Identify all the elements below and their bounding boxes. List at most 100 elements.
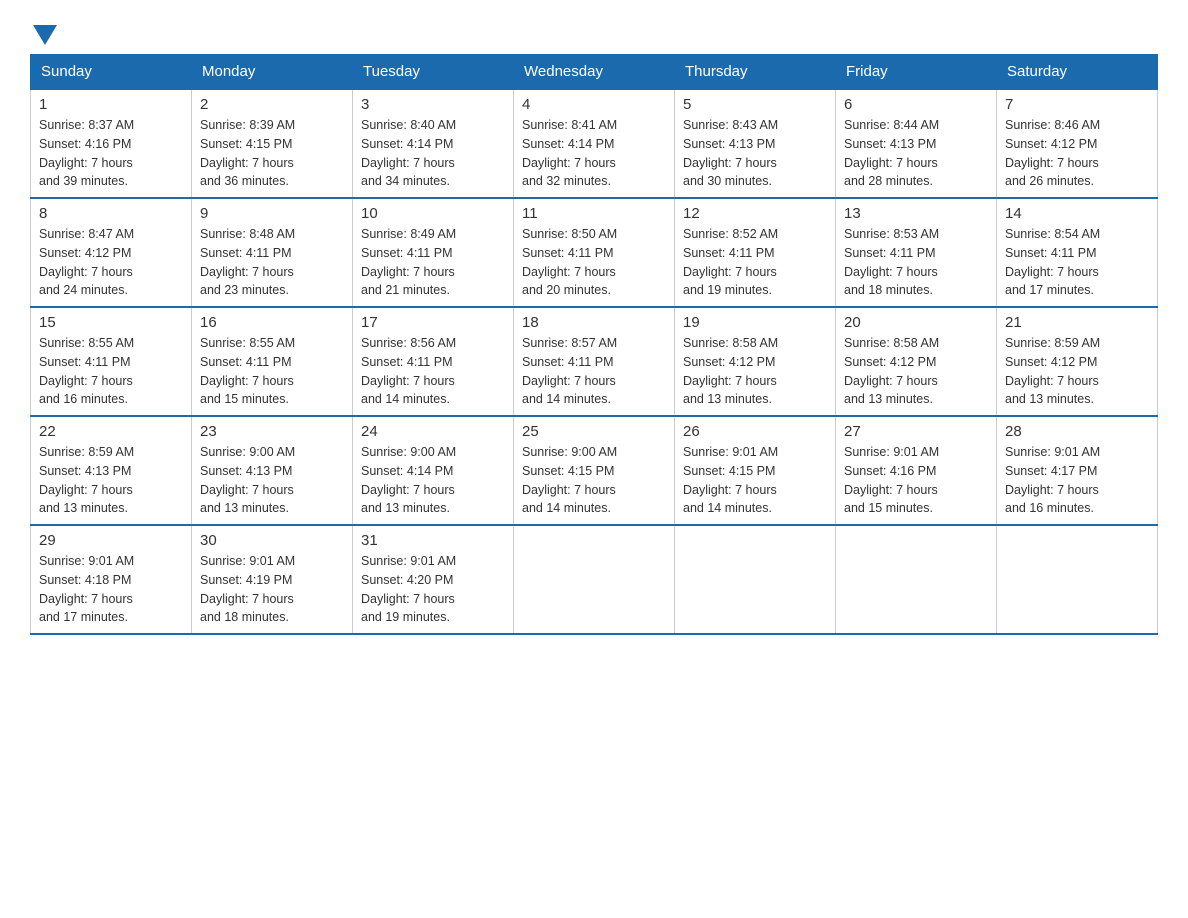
day-number: 21 — [1005, 314, 1149, 331]
day-info: Sunrise: 8:52 AMSunset: 4:11 PMDaylight:… — [683, 225, 827, 300]
col-header-wednesday: Wednesday — [514, 55, 675, 90]
day-info: Sunrise: 8:53 AMSunset: 4:11 PMDaylight:… — [844, 225, 988, 300]
day-info: Sunrise: 8:58 AMSunset: 4:12 PMDaylight:… — [844, 334, 988, 409]
col-header-saturday: Saturday — [997, 55, 1158, 90]
calendar-cell: 5 Sunrise: 8:43 AMSunset: 4:13 PMDaylight… — [675, 89, 836, 198]
day-number: 3 — [361, 96, 505, 113]
day-number: 22 — [39, 423, 183, 440]
col-header-tuesday: Tuesday — [353, 55, 514, 90]
calendar-cell: 7Sunrise: 8:46 AMSunset: 4:12 PMDaylight… — [997, 89, 1158, 198]
col-header-friday: Friday — [836, 55, 997, 90]
day-info: Sunrise: 9:00 AMSunset: 4:14 PMDaylight:… — [361, 443, 505, 518]
day-number: 17 — [361, 314, 505, 331]
calendar-cell: 29Sunrise: 9:01 AMSunset: 4:18 PMDayligh… — [31, 525, 192, 634]
day-info: Sunrise: 9:00 AMSunset: 4:15 PMDaylight:… — [522, 443, 666, 518]
day-number: 20 — [844, 314, 988, 331]
day-info: Sunrise: 8:58 AMSunset: 4:12 PMDaylight:… — [683, 334, 827, 409]
day-number: 1 — [39, 96, 183, 113]
day-number: 30 — [200, 532, 344, 549]
calendar-cell: 2 Sunrise: 8:39 AMSunset: 4:15 PMDaylight… — [192, 89, 353, 198]
day-number: 23 — [200, 423, 344, 440]
calendar-cell: 28 Sunrise: 9:01 AMSunset: 4:17 PMDayligh… — [997, 416, 1158, 525]
day-number: 16 — [200, 314, 344, 331]
col-header-monday: Monday — [192, 55, 353, 90]
day-number: 11 — [522, 205, 666, 222]
day-number: 4 — [522, 96, 666, 113]
day-info: Sunrise: 8:54 AMSunset: 4:11 PMDaylight:… — [1005, 225, 1149, 300]
day-info: Sunrise: 9:00 AMSunset: 4:13 PMDaylight:… — [200, 443, 344, 518]
logo-triangle-icon — [33, 25, 57, 45]
day-number: 28 — [1005, 423, 1149, 440]
calendar-week-row: 29Sunrise: 9:01 AMSunset: 4:18 PMDayligh… — [31, 525, 1158, 634]
day-number: 26 — [683, 423, 827, 440]
day-number: 24 — [361, 423, 505, 440]
calendar-cell: 20 Sunrise: 8:58 AMSunset: 4:12 PMDayligh… — [836, 307, 997, 416]
calendar-cell: 19 Sunrise: 8:58 AMSunset: 4:12 PMDayligh… — [675, 307, 836, 416]
day-info: Sunrise: 8:46 AMSunset: 4:12 PMDaylight:… — [1005, 116, 1149, 191]
calendar-cell: 9Sunrise: 8:48 AMSunset: 4:11 PMDaylight… — [192, 198, 353, 307]
day-info: Sunrise: 9:01 AMSunset: 4:15 PMDaylight:… — [683, 443, 827, 518]
day-info: Sunrise: 8:47 AMSunset: 4:12 PMDaylight:… — [39, 225, 183, 300]
day-number: 5 — [683, 96, 827, 113]
day-number: 15 — [39, 314, 183, 331]
day-info: Sunrise: 8:59 AMSunset: 4:12 PMDaylight:… — [1005, 334, 1149, 409]
day-number: 14 — [1005, 205, 1149, 222]
calendar-cell: 6Sunrise: 8:44 AMSunset: 4:13 PMDaylight… — [836, 89, 997, 198]
calendar-cell: 27 Sunrise: 9:01 AMSunset: 4:16 PMDayligh… — [836, 416, 997, 525]
day-info: Sunrise: 8:57 AMSunset: 4:11 PMDaylight:… — [522, 334, 666, 409]
calendar-week-row: 22 Sunrise: 8:59 AMSunset: 4:13 PMDayligh… — [31, 416, 1158, 525]
day-number: 27 — [844, 423, 988, 440]
day-info: Sunrise: 8:41 AMSunset: 4:14 PMDaylight:… — [522, 116, 666, 191]
day-number: 2 — [200, 96, 344, 113]
calendar-week-row: 1 Sunrise: 8:37 AMSunset: 4:16 PMDaylight… — [31, 89, 1158, 198]
calendar-cell: 22 Sunrise: 8:59 AMSunset: 4:13 PMDayligh… — [31, 416, 192, 525]
calendar-cell: 16Sunrise: 8:55 AMSunset: 4:11 PMDayligh… — [192, 307, 353, 416]
day-number: 31 — [361, 532, 505, 549]
col-header-sunday: Sunday — [31, 55, 192, 90]
calendar-cell: 1 Sunrise: 8:37 AMSunset: 4:16 PMDaylight… — [31, 89, 192, 198]
calendar-header-row: SundayMondayTuesdayWednesdayThursdayFrid… — [31, 55, 1158, 90]
day-number: 18 — [522, 314, 666, 331]
calendar-cell: 8 Sunrise: 8:47 AMSunset: 4:12 PMDaylight… — [31, 198, 192, 307]
calendar-cell: 12 Sunrise: 8:52 AMSunset: 4:11 PMDayligh… — [675, 198, 836, 307]
day-info: Sunrise: 8:59 AMSunset: 4:13 PMDaylight:… — [39, 443, 183, 518]
calendar-cell: 21 Sunrise: 8:59 AMSunset: 4:12 PMDayligh… — [997, 307, 1158, 416]
day-info: Sunrise: 8:56 AMSunset: 4:11 PMDaylight:… — [361, 334, 505, 409]
day-number: 8 — [39, 205, 183, 222]
calendar-cell: 18 Sunrise: 8:57 AMSunset: 4:11 PMDayligh… — [514, 307, 675, 416]
col-header-thursday: Thursday — [675, 55, 836, 90]
day-number: 12 — [683, 205, 827, 222]
calendar-cell: 13 Sunrise: 8:53 AMSunset: 4:11 PMDayligh… — [836, 198, 997, 307]
calendar-week-row: 8 Sunrise: 8:47 AMSunset: 4:12 PMDaylight… — [31, 198, 1158, 307]
day-number: 9 — [200, 205, 344, 222]
calendar-week-row: 15Sunrise: 8:55 AMSunset: 4:11 PMDayligh… — [31, 307, 1158, 416]
day-number: 19 — [683, 314, 827, 331]
day-number: 13 — [844, 205, 988, 222]
day-info: Sunrise: 8:37 AMSunset: 4:16 PMDaylight:… — [39, 116, 183, 191]
calendar-cell: 23 Sunrise: 9:00 AMSunset: 4:13 PMDayligh… — [192, 416, 353, 525]
calendar-cell: 24 Sunrise: 9:00 AMSunset: 4:14 PMDayligh… — [353, 416, 514, 525]
day-info: Sunrise: 8:40 AMSunset: 4:14 PMDaylight:… — [361, 116, 505, 191]
calendar-cell: 25 Sunrise: 9:00 AMSunset: 4:15 PMDayligh… — [514, 416, 675, 525]
day-info: Sunrise: 8:49 AMSunset: 4:11 PMDaylight:… — [361, 225, 505, 300]
logo — [30, 20, 57, 34]
day-info: Sunrise: 9:01 AMSunset: 4:16 PMDaylight:… — [844, 443, 988, 518]
day-info: Sunrise: 9:01 AMSunset: 4:18 PMDaylight:… — [39, 552, 183, 627]
calendar-cell: 4 Sunrise: 8:41 AMSunset: 4:14 PMDaylight… — [514, 89, 675, 198]
calendar-cell: 14 Sunrise: 8:54 AMSunset: 4:11 PMDayligh… — [997, 198, 1158, 307]
day-info: Sunrise: 8:50 AMSunset: 4:11 PMDaylight:… — [522, 225, 666, 300]
day-info: Sunrise: 9:01 AMSunset: 4:20 PMDaylight:… — [361, 552, 505, 627]
day-info: Sunrise: 8:44 AMSunset: 4:13 PMDaylight:… — [844, 116, 988, 191]
day-info: Sunrise: 9:01 AMSunset: 4:19 PMDaylight:… — [200, 552, 344, 627]
calendar-cell: 11 Sunrise: 8:50 AMSunset: 4:11 PMDayligh… — [514, 198, 675, 307]
day-info: Sunrise: 8:43 AMSunset: 4:13 PMDaylight:… — [683, 116, 827, 191]
calendar-cell: 26 Sunrise: 9:01 AMSunset: 4:15 PMDayligh… — [675, 416, 836, 525]
calendar-cell: 3 Sunrise: 8:40 AMSunset: 4:14 PMDaylight… — [353, 89, 514, 198]
day-info: Sunrise: 8:39 AMSunset: 4:15 PMDaylight:… — [200, 116, 344, 191]
day-number: 25 — [522, 423, 666, 440]
day-info: Sunrise: 9:01 AMSunset: 4:17 PMDaylight:… — [1005, 443, 1149, 518]
calendar-table: SundayMondayTuesdayWednesdayThursdayFrid… — [30, 54, 1158, 635]
calendar-cell: 10Sunrise: 8:49 AMSunset: 4:11 PMDayligh… — [353, 198, 514, 307]
calendar-cell — [514, 525, 675, 634]
calendar-cell: 30 Sunrise: 9:01 AMSunset: 4:19 PMDayligh… — [192, 525, 353, 634]
